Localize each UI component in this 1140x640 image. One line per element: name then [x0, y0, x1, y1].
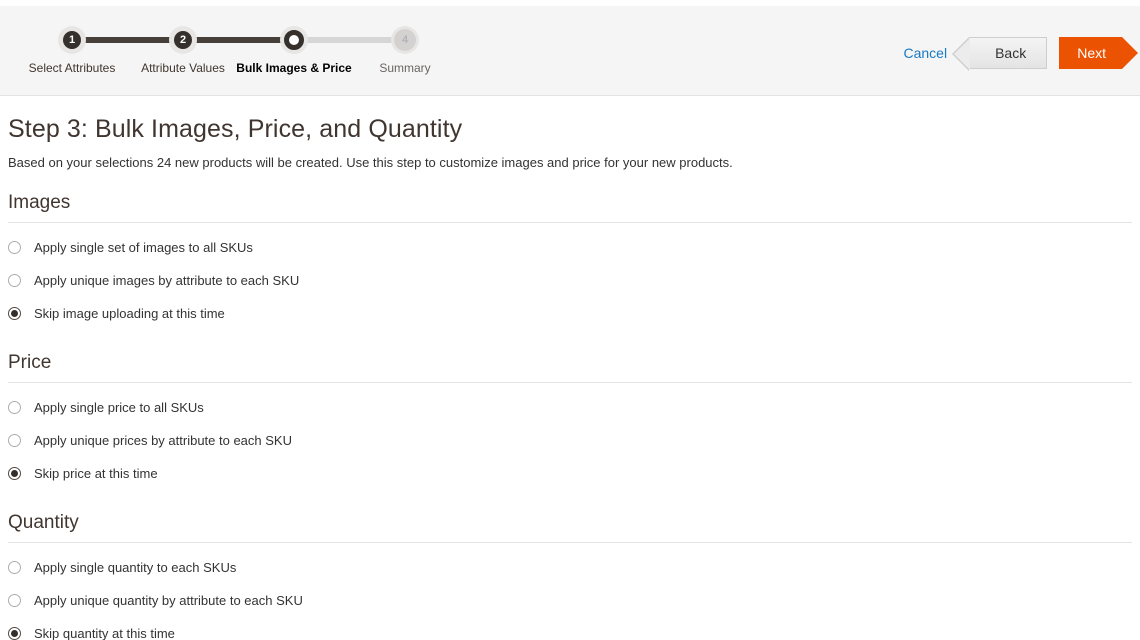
- step-current-indicator: [284, 30, 304, 50]
- radio-icon-selected[interactable]: [8, 467, 21, 480]
- option-label: Skip price at this time: [34, 466, 158, 481]
- cancel-button[interactable]: Cancel: [903, 45, 947, 61]
- radio-icon[interactable]: [8, 241, 21, 254]
- images-option-single-set[interactable]: Apply single set of images to all SKUs: [8, 231, 1132, 264]
- radio-icon[interactable]: [8, 561, 21, 574]
- step-marker-2: 2: [169, 26, 197, 54]
- radio-icon[interactable]: [8, 274, 21, 287]
- section-divider: [8, 542, 1132, 543]
- option-label: Apply unique images by attribute to each…: [34, 273, 300, 288]
- quantity-option-single[interactable]: Apply single quantity to each SKUs: [8, 551, 1132, 584]
- option-label: Apply unique prices by attribute to each…: [34, 433, 292, 448]
- wizard-header: 1 Select Attributes 2 Attribute Values B…: [0, 6, 1140, 96]
- images-option-unique[interactable]: Apply unique images by attribute to each…: [8, 264, 1132, 297]
- step-marker-3: [280, 26, 308, 54]
- page-description: Based on your selections 24 new products…: [8, 155, 733, 170]
- price-option-single[interactable]: Apply single price to all SKUs: [8, 391, 1132, 424]
- option-label: Apply single price to all SKUs: [34, 400, 204, 415]
- radio-icon-selected[interactable]: [8, 307, 21, 320]
- page-title: Step 3: Bulk Images, Price, and Quantity: [8, 115, 463, 143]
- step-number-4: 4: [394, 29, 416, 51]
- section-quantity: Quantity Apply single quantity to each S…: [8, 512, 1132, 640]
- price-option-skip[interactable]: Skip price at this time: [8, 457, 1132, 490]
- option-label: Apply single quantity to each SKUs: [34, 560, 237, 575]
- step-number-2: 2: [174, 31, 192, 49]
- option-label: Skip quantity at this time: [34, 626, 175, 640]
- quantity-option-skip[interactable]: Skip quantity at this time: [8, 617, 1132, 640]
- radio-icon[interactable]: [8, 434, 21, 447]
- header-actions: Cancel Back Next: [903, 37, 1138, 71]
- wizard-step-4[interactable]: 4 Summary: [335, 26, 475, 75]
- option-label: Apply unique quantity by attribute to ea…: [34, 593, 303, 608]
- radio-icon-selected[interactable]: [8, 627, 21, 640]
- step-marker-1: 1: [58, 26, 86, 54]
- section-price: Price Apply single price to all SKUs App…: [8, 352, 1132, 490]
- next-button[interactable]: Next: [1059, 37, 1138, 69]
- option-label: Skip image uploading at this time: [34, 306, 225, 321]
- step-navigation: 1 Select Attributes 2 Attribute Values B…: [0, 6, 480, 95]
- step-label-4: Summary: [379, 61, 431, 75]
- section-title-price: Price: [8, 352, 52, 373]
- step-number-1: 1: [63, 31, 81, 49]
- section-title-quantity: Quantity: [8, 512, 79, 533]
- back-button[interactable]: Back: [952, 37, 1048, 71]
- page-body: Step 3: Bulk Images, Price, and Quantity…: [0, 115, 1140, 640]
- section-divider: [8, 222, 1132, 223]
- option-label: Apply single set of images to all SKUs: [34, 240, 253, 255]
- price-option-unique[interactable]: Apply unique prices by attribute to each…: [8, 424, 1132, 457]
- section-divider: [8, 382, 1132, 383]
- section-title-images: Images: [8, 192, 71, 213]
- radio-icon[interactable]: [8, 594, 21, 607]
- radio-icon[interactable]: [8, 401, 21, 414]
- images-option-skip[interactable]: Skip image uploading at this time: [8, 297, 1132, 330]
- quantity-option-unique[interactable]: Apply unique quantity by attribute to ea…: [8, 584, 1132, 617]
- section-images: Images Apply single set of images to all…: [8, 192, 1132, 330]
- step-marker-4: 4: [391, 26, 419, 54]
